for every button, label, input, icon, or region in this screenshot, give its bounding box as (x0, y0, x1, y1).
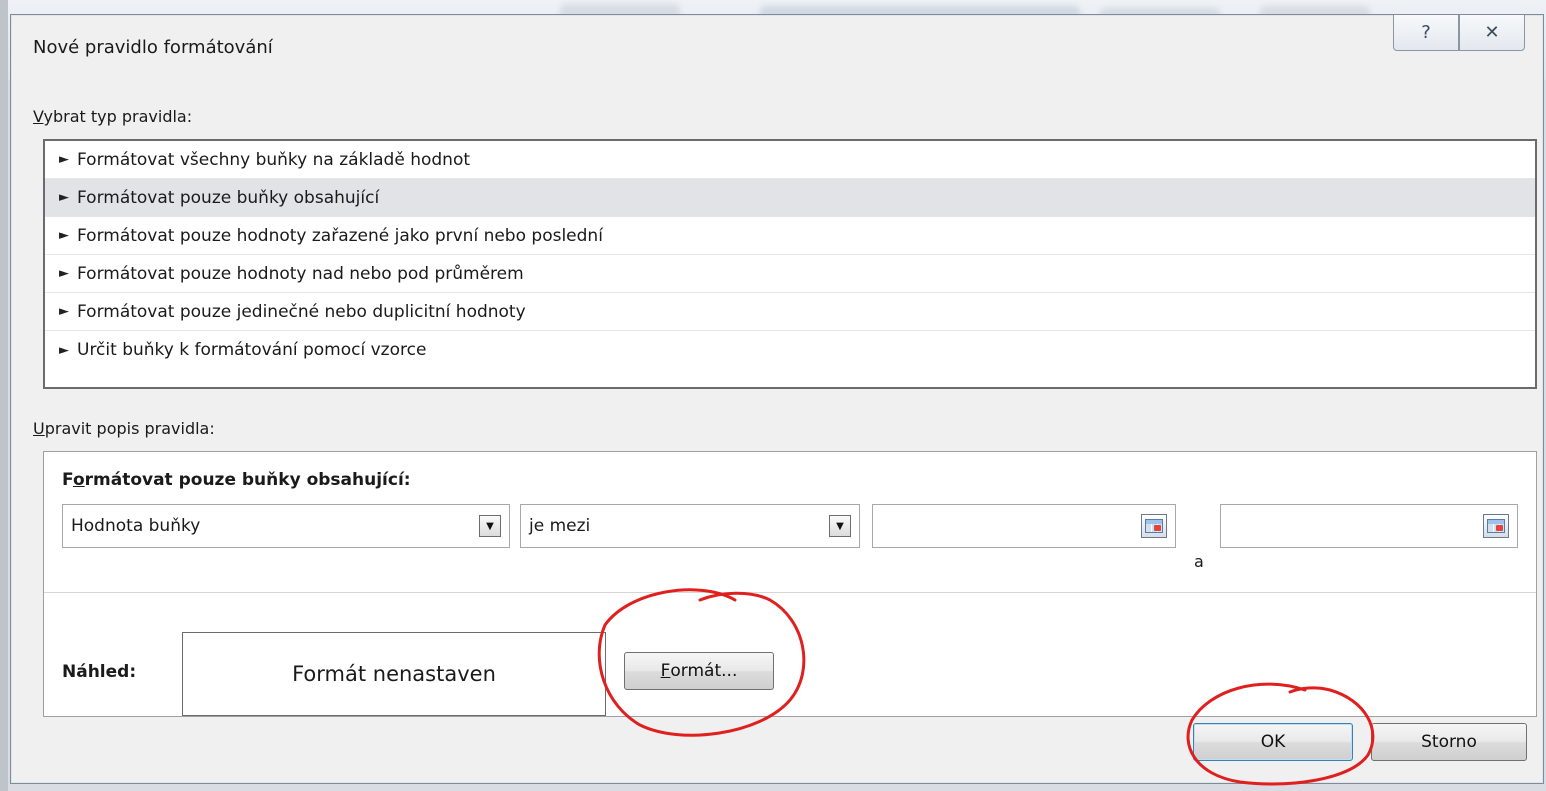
rule-type-item[interactable]: ► Formátovat pouze hodnoty nad nebo pod … (45, 255, 1535, 293)
rule-type-item-label: Formátovat pouze jedinečné nebo duplicit… (77, 301, 526, 322)
rule-type-item-label: Formátovat pouze hodnoty zařazené jako p… (77, 225, 603, 246)
new-formatting-rule-dialog: Nové pravidlo formátování ? ✕ Vybrat typ… (10, 14, 1544, 784)
rule-type-item-label: Určit buňky k formátování pomocí vzorce (77, 340, 427, 360)
arrow-bullet-icon: ► (59, 228, 69, 243)
preview-label: Náhled: (62, 662, 137, 682)
arrow-bullet-icon: ► (59, 342, 69, 358)
rule-type-item-label: Formátovat všechny buňky na základě hodn… (77, 149, 471, 170)
rule-description-label: Upravit popis pravidla: (33, 419, 215, 438)
ok-button[interactable]: OK (1193, 723, 1353, 761)
cancel-button-label: Storno (1421, 732, 1477, 752)
rule-type-item[interactable]: ► Formátovat všechny buňky na základě ho… (45, 141, 1535, 179)
arrow-bullet-icon: ► (59, 152, 69, 167)
rule-type-item-label: Formátovat pouze hodnoty nad nebo pod pr… (77, 263, 524, 284)
divider (44, 592, 1536, 593)
range-select-icon (1145, 519, 1163, 533)
operator-dropdown[interactable]: je mezi ▼ (520, 504, 860, 548)
rule-type-item[interactable]: ► Formátovat pouze jedinečné nebo duplic… (45, 293, 1535, 331)
operator-value: je mezi (529, 516, 591, 536)
rule-type-item-label: Formátovat pouze buňky obsahující (77, 187, 380, 208)
chevron-down-icon[interactable]: ▼ (479, 515, 501, 537)
rule-type-list[interactable]: ► Formátovat všechny buňky na základě ho… (43, 139, 1537, 389)
background-edge (0, 0, 8, 791)
rule-type-label-text: ybrat typ pravidla: (43, 107, 193, 126)
rule-type-item-selected[interactable]: ► Formátovat pouze buňky obsahující (45, 179, 1535, 217)
help-icon: ? (1421, 22, 1431, 43)
arrow-bullet-icon: ► (59, 266, 69, 281)
format-button-mnemonic: F (660, 661, 671, 681)
title-bar: Nové pravidlo formátování ? ✕ (11, 15, 1543, 83)
condition-field-dropdown[interactable]: Hodnota buňky ▼ (62, 504, 510, 548)
close-icon: ✕ (1484, 22, 1500, 43)
rule-type-item[interactable]: ► Určit buňky k formátování pomocí vzorc… (45, 331, 1535, 369)
range-select-button[interactable] (1141, 514, 1167, 538)
preview-text: Formát nenastaven (292, 662, 496, 686)
condition-field-value: Hodnota buňky (71, 516, 201, 536)
arrow-bullet-icon: ► (59, 190, 69, 205)
rule-description-panel: Formátovat pouze buňky obsahující: Hodno… (43, 451, 1537, 717)
heading-part: rmátovat pouze buňky obsahující: (84, 470, 411, 490)
rule-description-heading: Formátovat pouze buňky obsahující: (62, 470, 411, 490)
ok-button-label: OK (1260, 732, 1286, 752)
heading-mnemonic: o (72, 470, 85, 490)
range-select-icon (1487, 519, 1505, 533)
rule-description-label-text: pravit popis pravidla: (44, 419, 215, 438)
rule-description-label-mnemonic: U (33, 419, 45, 438)
range-select-button[interactable] (1483, 514, 1509, 538)
cancel-button[interactable]: Storno (1371, 723, 1527, 761)
heading-part: F (62, 470, 73, 490)
arrow-bullet-icon: ► (59, 304, 69, 319)
rule-type-item[interactable]: ► Formátovat pouze hodnoty zařazené jako… (45, 217, 1535, 255)
rule-type-label-mnemonic: V (33, 107, 44, 126)
close-button[interactable]: ✕ (1459, 15, 1525, 51)
value-2-input[interactable] (1220, 504, 1518, 548)
format-button-label: ormát... (670, 661, 738, 681)
value-1-input[interactable] (872, 504, 1176, 548)
dialog-title: Nové pravidlo formátování (33, 37, 273, 58)
help-button[interactable]: ? (1393, 15, 1459, 51)
format-button[interactable]: Formát... (624, 652, 774, 690)
chevron-down-icon[interactable]: ▼ (829, 515, 851, 537)
preview-box: Formát nenastaven (182, 632, 606, 716)
rule-type-label: Vybrat typ pravidla: (33, 107, 192, 126)
and-label: a (1194, 552, 1204, 571)
